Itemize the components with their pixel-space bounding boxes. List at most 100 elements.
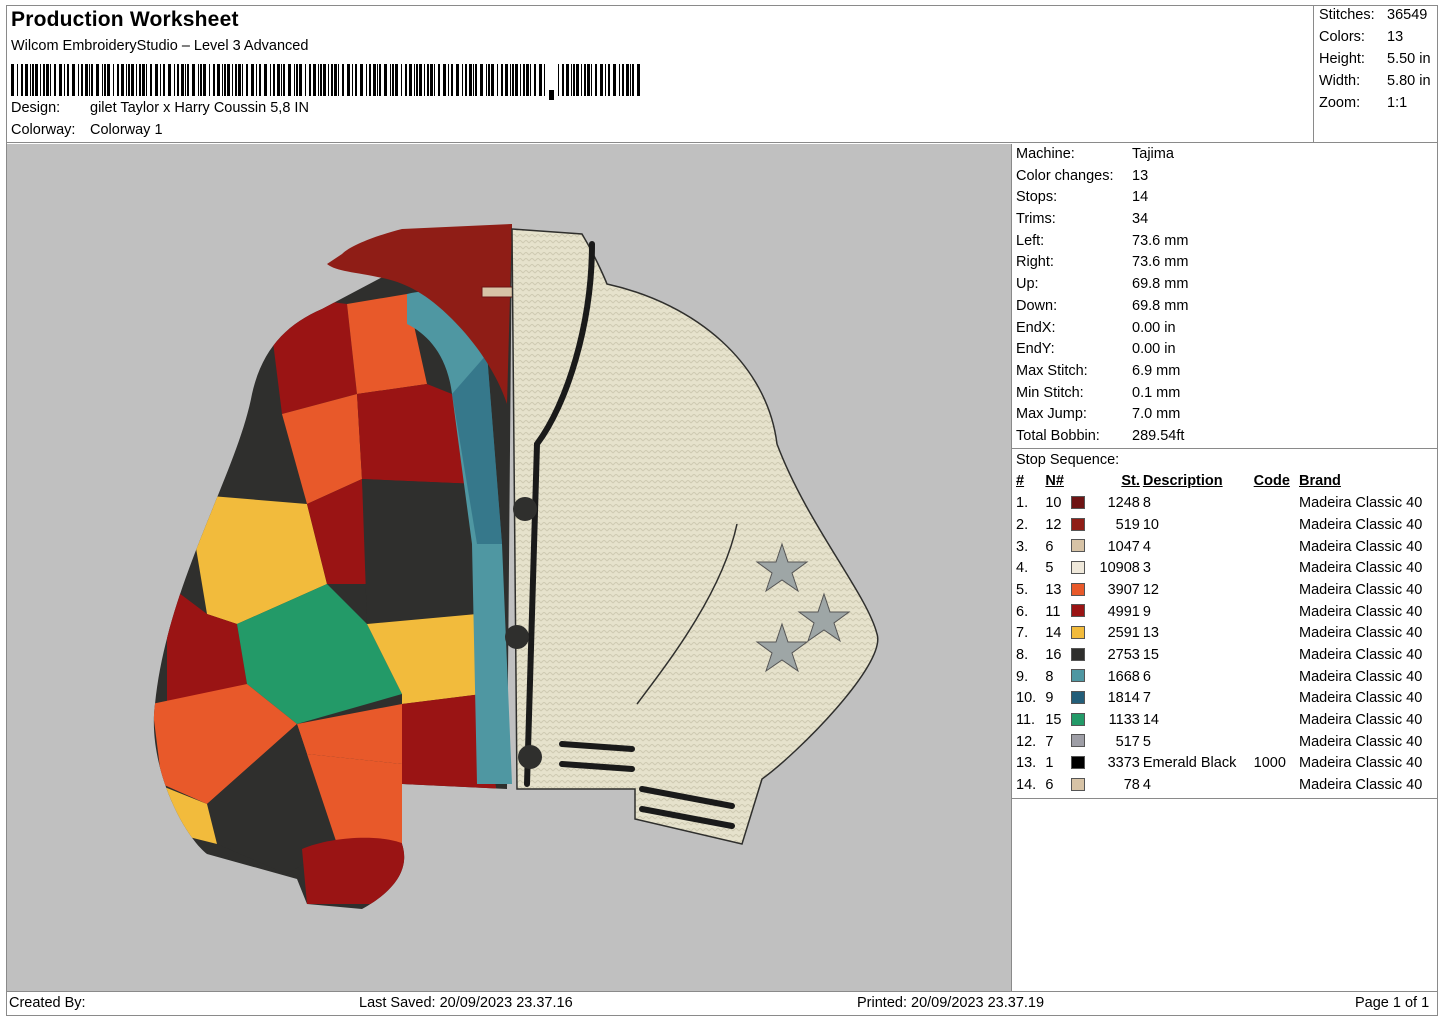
up-row: Up: 69.8 mm	[1012, 274, 1438, 296]
barcode-bar	[256, 64, 257, 96]
down-row: Down: 69.8 mm	[1012, 296, 1438, 318]
table-row: 9. 8 1668 6 Madeira Classic 40	[1016, 666, 1438, 688]
thread-code	[1254, 688, 1299, 710]
barcode-bar	[238, 64, 241, 96]
barcode-bar	[198, 64, 199, 96]
barcode-bar	[505, 64, 508, 96]
barcode-bar	[434, 64, 435, 96]
barcode-bar	[571, 64, 572, 96]
stitch-count: 519	[1115, 516, 1140, 533]
barcode-bar	[626, 64, 629, 96]
thread-code	[1254, 731, 1299, 753]
barcode-bar	[309, 64, 311, 96]
barcode-bar	[43, 64, 45, 96]
table-row: 13. 1 3373 Emerald Black 1000 Madeira Classic…	[1016, 753, 1438, 775]
barcode-bar	[224, 64, 226, 96]
barcode-bar	[573, 64, 575, 96]
barcode-bar	[515, 64, 518, 96]
barcode-bar	[465, 64, 467, 96]
color-swatch-cell	[1070, 709, 1098, 731]
column-header: N#	[1045, 473, 1064, 490]
stitch-count: 1668	[1107, 668, 1140, 685]
stat-value: 13	[1387, 29, 1404, 45]
design-label: Design:	[11, 100, 61, 116]
thread-code	[1254, 666, 1299, 688]
machine-value: 7.0 mm	[1132, 406, 1181, 423]
barcode-bar	[414, 64, 415, 96]
color-swatch	[1070, 712, 1085, 726]
color-swatch-cell	[1070, 622, 1098, 644]
color-swatch	[1070, 604, 1085, 618]
barcode-bar	[46, 64, 49, 96]
right-row: Right: 73.6 mm	[1012, 252, 1438, 274]
thread-brand: Madeira Classic 40	[1299, 625, 1423, 642]
color-swatch	[1070, 495, 1085, 509]
colorway-name: Colorway 1	[90, 122, 163, 138]
machine-label: Right:	[1016, 254, 1054, 271]
barcode-bar	[313, 64, 316, 96]
stops-row: Stops: 14	[1012, 187, 1438, 209]
barcode-bar	[584, 64, 586, 96]
barcode-bar	[113, 64, 114, 96]
barcode-bar	[121, 64, 124, 96]
machine-value: 0.00 in	[1132, 341, 1176, 358]
worksheet-header: Production Worksheet Wilcom EmbroiderySt…	[6, 5, 1314, 143]
barcode-bar	[619, 64, 620, 96]
color-swatch-cell	[1070, 492, 1098, 514]
design-preview	[7, 144, 1012, 991]
barcode-bar	[347, 64, 350, 96]
barcode-bar	[520, 64, 521, 96]
stitch-count: 1047	[1107, 538, 1140, 555]
stitch-count: 78	[1123, 777, 1140, 794]
barcode-bar	[294, 64, 295, 96]
barcode-bar	[281, 64, 282, 96]
barcode-bar	[264, 64, 267, 96]
thread-description: 13	[1142, 625, 1159, 642]
thread-code	[1254, 536, 1299, 558]
endy-row: EndY: 0.00 in	[1012, 339, 1438, 361]
barcode-bar	[424, 64, 425, 96]
design-stats: Stitches: 36549 Colors: 13 Height: 5.50 in …	[1314, 5, 1438, 143]
table-header-row: # N# St. Description Code Brand	[1016, 471, 1438, 493]
design-name: gilet Taylor x Harry Coussin 5,8 IN	[90, 100, 309, 116]
column-header: Code	[1253, 473, 1290, 490]
barcode-bar	[600, 64, 603, 96]
barcode-bar	[209, 64, 210, 96]
barcode-bar	[273, 64, 275, 96]
color-swatch	[1070, 582, 1085, 596]
barcode-bar	[566, 64, 569, 96]
barcode-bar	[491, 64, 494, 96]
thread-code	[1254, 492, 1299, 514]
stop-index: 6.	[1016, 603, 1029, 620]
barcode-bar	[17, 64, 18, 96]
table-row: 6. 11 4991 9 Madeira Classic 40	[1016, 601, 1438, 623]
cardigan-embroidery-image	[153, 224, 879, 909]
needle-number: 1	[1045, 755, 1054, 772]
color-swatch	[1070, 625, 1085, 639]
barcode-bar	[232, 64, 233, 96]
thread-description: 15	[1142, 646, 1159, 663]
barcode-bar	[562, 64, 564, 96]
barcode-bar	[373, 64, 376, 96]
thread-brand: Madeira Classic 40	[1299, 516, 1423, 533]
barcode-bar	[117, 64, 119, 96]
barcode-bar	[369, 64, 371, 96]
machine-info-panel: Machine: Tajima Color changes: 13 Stops: 14…	[1012, 144, 1438, 799]
machine-label: Trims:	[1016, 211, 1056, 228]
barcode-bar	[328, 64, 329, 96]
barcode-bar	[488, 64, 490, 96]
thread-brand: Madeira Classic 40	[1299, 668, 1423, 685]
machine-value: 34	[1132, 211, 1149, 228]
barcode-bar	[549, 90, 554, 100]
thread-code	[1254, 601, 1299, 623]
stitch-count: 3907	[1107, 581, 1140, 598]
stitch-count: 1814	[1107, 690, 1140, 707]
barcode-bar	[637, 64, 640, 96]
barcode-bar	[622, 64, 624, 96]
machine-value: 0.1 mm	[1132, 384, 1181, 401]
stat-height: Height: 5.50 in	[1319, 51, 1431, 67]
machine-value: 73.6 mm	[1132, 232, 1189, 249]
colorway-row: Colorway: Colorway 1	[11, 122, 163, 138]
barcode-bar	[67, 64, 69, 96]
barcode-bar	[379, 64, 381, 96]
